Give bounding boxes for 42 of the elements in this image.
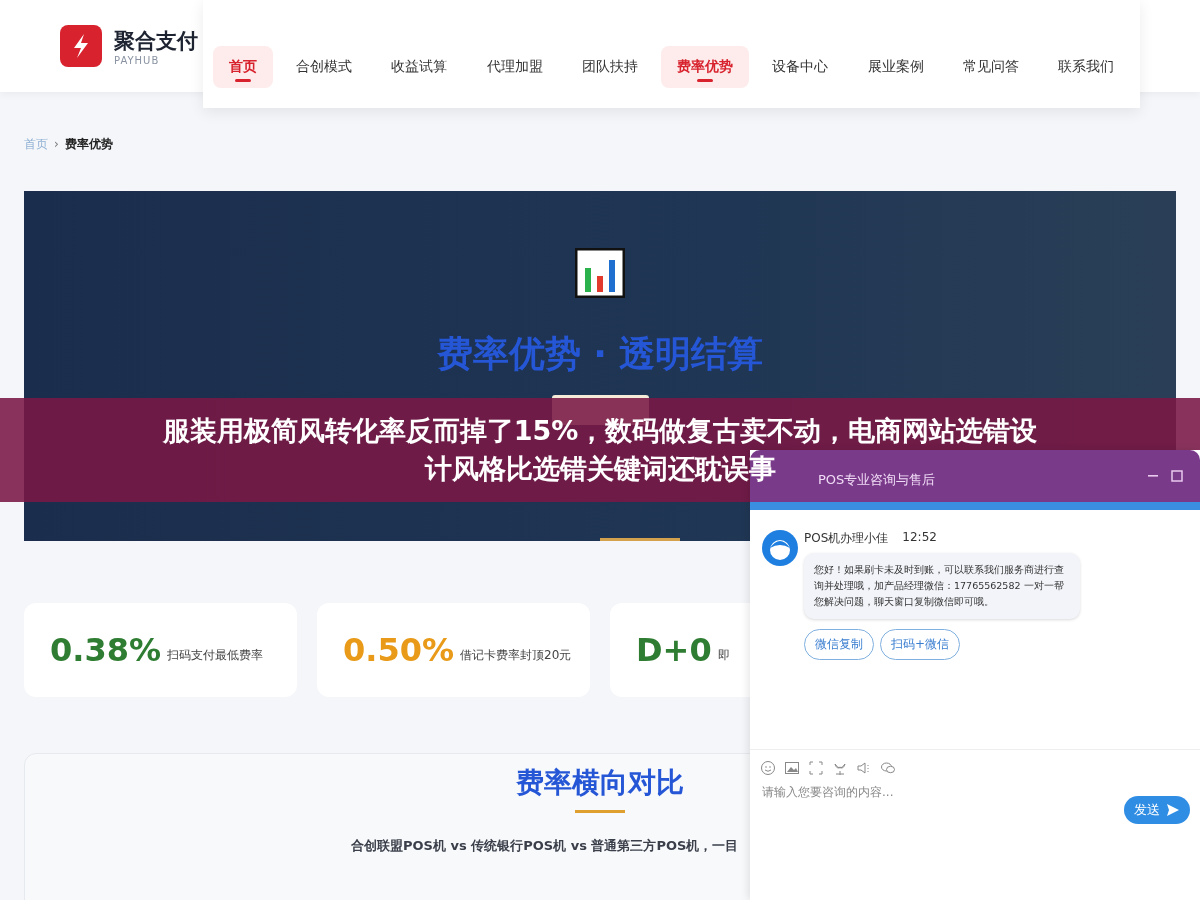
chat-title: POS专业咨询与售后 <box>818 471 937 489</box>
stat-value: 0.50% <box>343 631 454 669</box>
quick-reply-button[interactable]: 扫码+微信 <box>880 629 961 660</box>
nav-tab[interactable]: 联系我们 <box>1041 46 1130 88</box>
breadcrumb-separator: › <box>54 137 59 151</box>
sender-name: POS机办理小佳 <box>804 530 889 547</box>
screenshot-icon[interactable] <box>808 760 824 776</box>
message-bubble: 您好！如果刷卡未及时到账，可以联系我们服务商进行查询并处理哦，加产品经理微信：17765562582 一对一帮您解决问题，聊天窗口复制微信即可哦。 <box>804 553 1080 619</box>
stat-label: 即 <box>717 646 730 664</box>
stat-label: 借记卡费率封顶20元 <box>460 646 572 664</box>
nav-tab[interactable]: 团队扶持 <box>565 46 654 88</box>
breadcrumb-current: 费率优势 <box>64 135 113 153</box>
message-time: 12:52 <box>902 530 937 546</box>
nav-tab[interactable]: 设备中心 <box>756 46 845 88</box>
nav-tab[interactable]: 费率优势 <box>661 46 750 88</box>
nav-tab[interactable]: 合创模式 <box>280 46 369 88</box>
nav-tab[interactable]: 展业案例 <box>851 46 940 88</box>
avatar-icon <box>762 530 798 566</box>
hero-title: 费率优势 · 透明结算 <box>436 332 764 376</box>
section-subtitle: 合创联盟POS机 vs 传统银行POS机 vs 普通第三方POS机，一目 <box>351 837 739 855</box>
maximize-icon[interactable] <box>1170 469 1184 483</box>
image-icon[interactable] <box>784 760 800 776</box>
speaker-icon[interactable] <box>856 760 872 776</box>
headline-text: 计风格比选错关键词还耽误事 <box>424 452 776 486</box>
headline-text: 服装用极简风转化率反而掉了15%，数码做复古卖不动，电商网站选错设 <box>162 414 1038 448</box>
stat-label: 扫码支付最低费率 <box>167 646 263 664</box>
section-title: 费率横向对比 <box>516 765 684 801</box>
title-underline <box>575 810 625 813</box>
send-icon <box>1166 803 1180 817</box>
brand-name: 聚合支付 <box>114 27 198 55</box>
brand-tagline: PAYHUB <box>114 54 161 66</box>
nav-tab[interactable]: 常见问答 <box>946 46 1035 88</box>
stat-value: 0.38% <box>50 631 161 669</box>
bar-chart-icon <box>575 248 625 298</box>
emoji-icon[interactable] <box>760 760 776 776</box>
logo-icon <box>60 25 102 67</box>
nav-tab[interactable]: 首页 <box>213 46 273 88</box>
nav-tab[interactable]: 收益试算 <box>375 46 464 88</box>
chat-bubbles-icon[interactable] <box>880 760 896 776</box>
nav-tab[interactable]: 代理加盟 <box>470 46 559 88</box>
stat-value: D+0 <box>636 631 712 669</box>
quick-reply-button[interactable]: 微信复制 <box>804 629 874 660</box>
